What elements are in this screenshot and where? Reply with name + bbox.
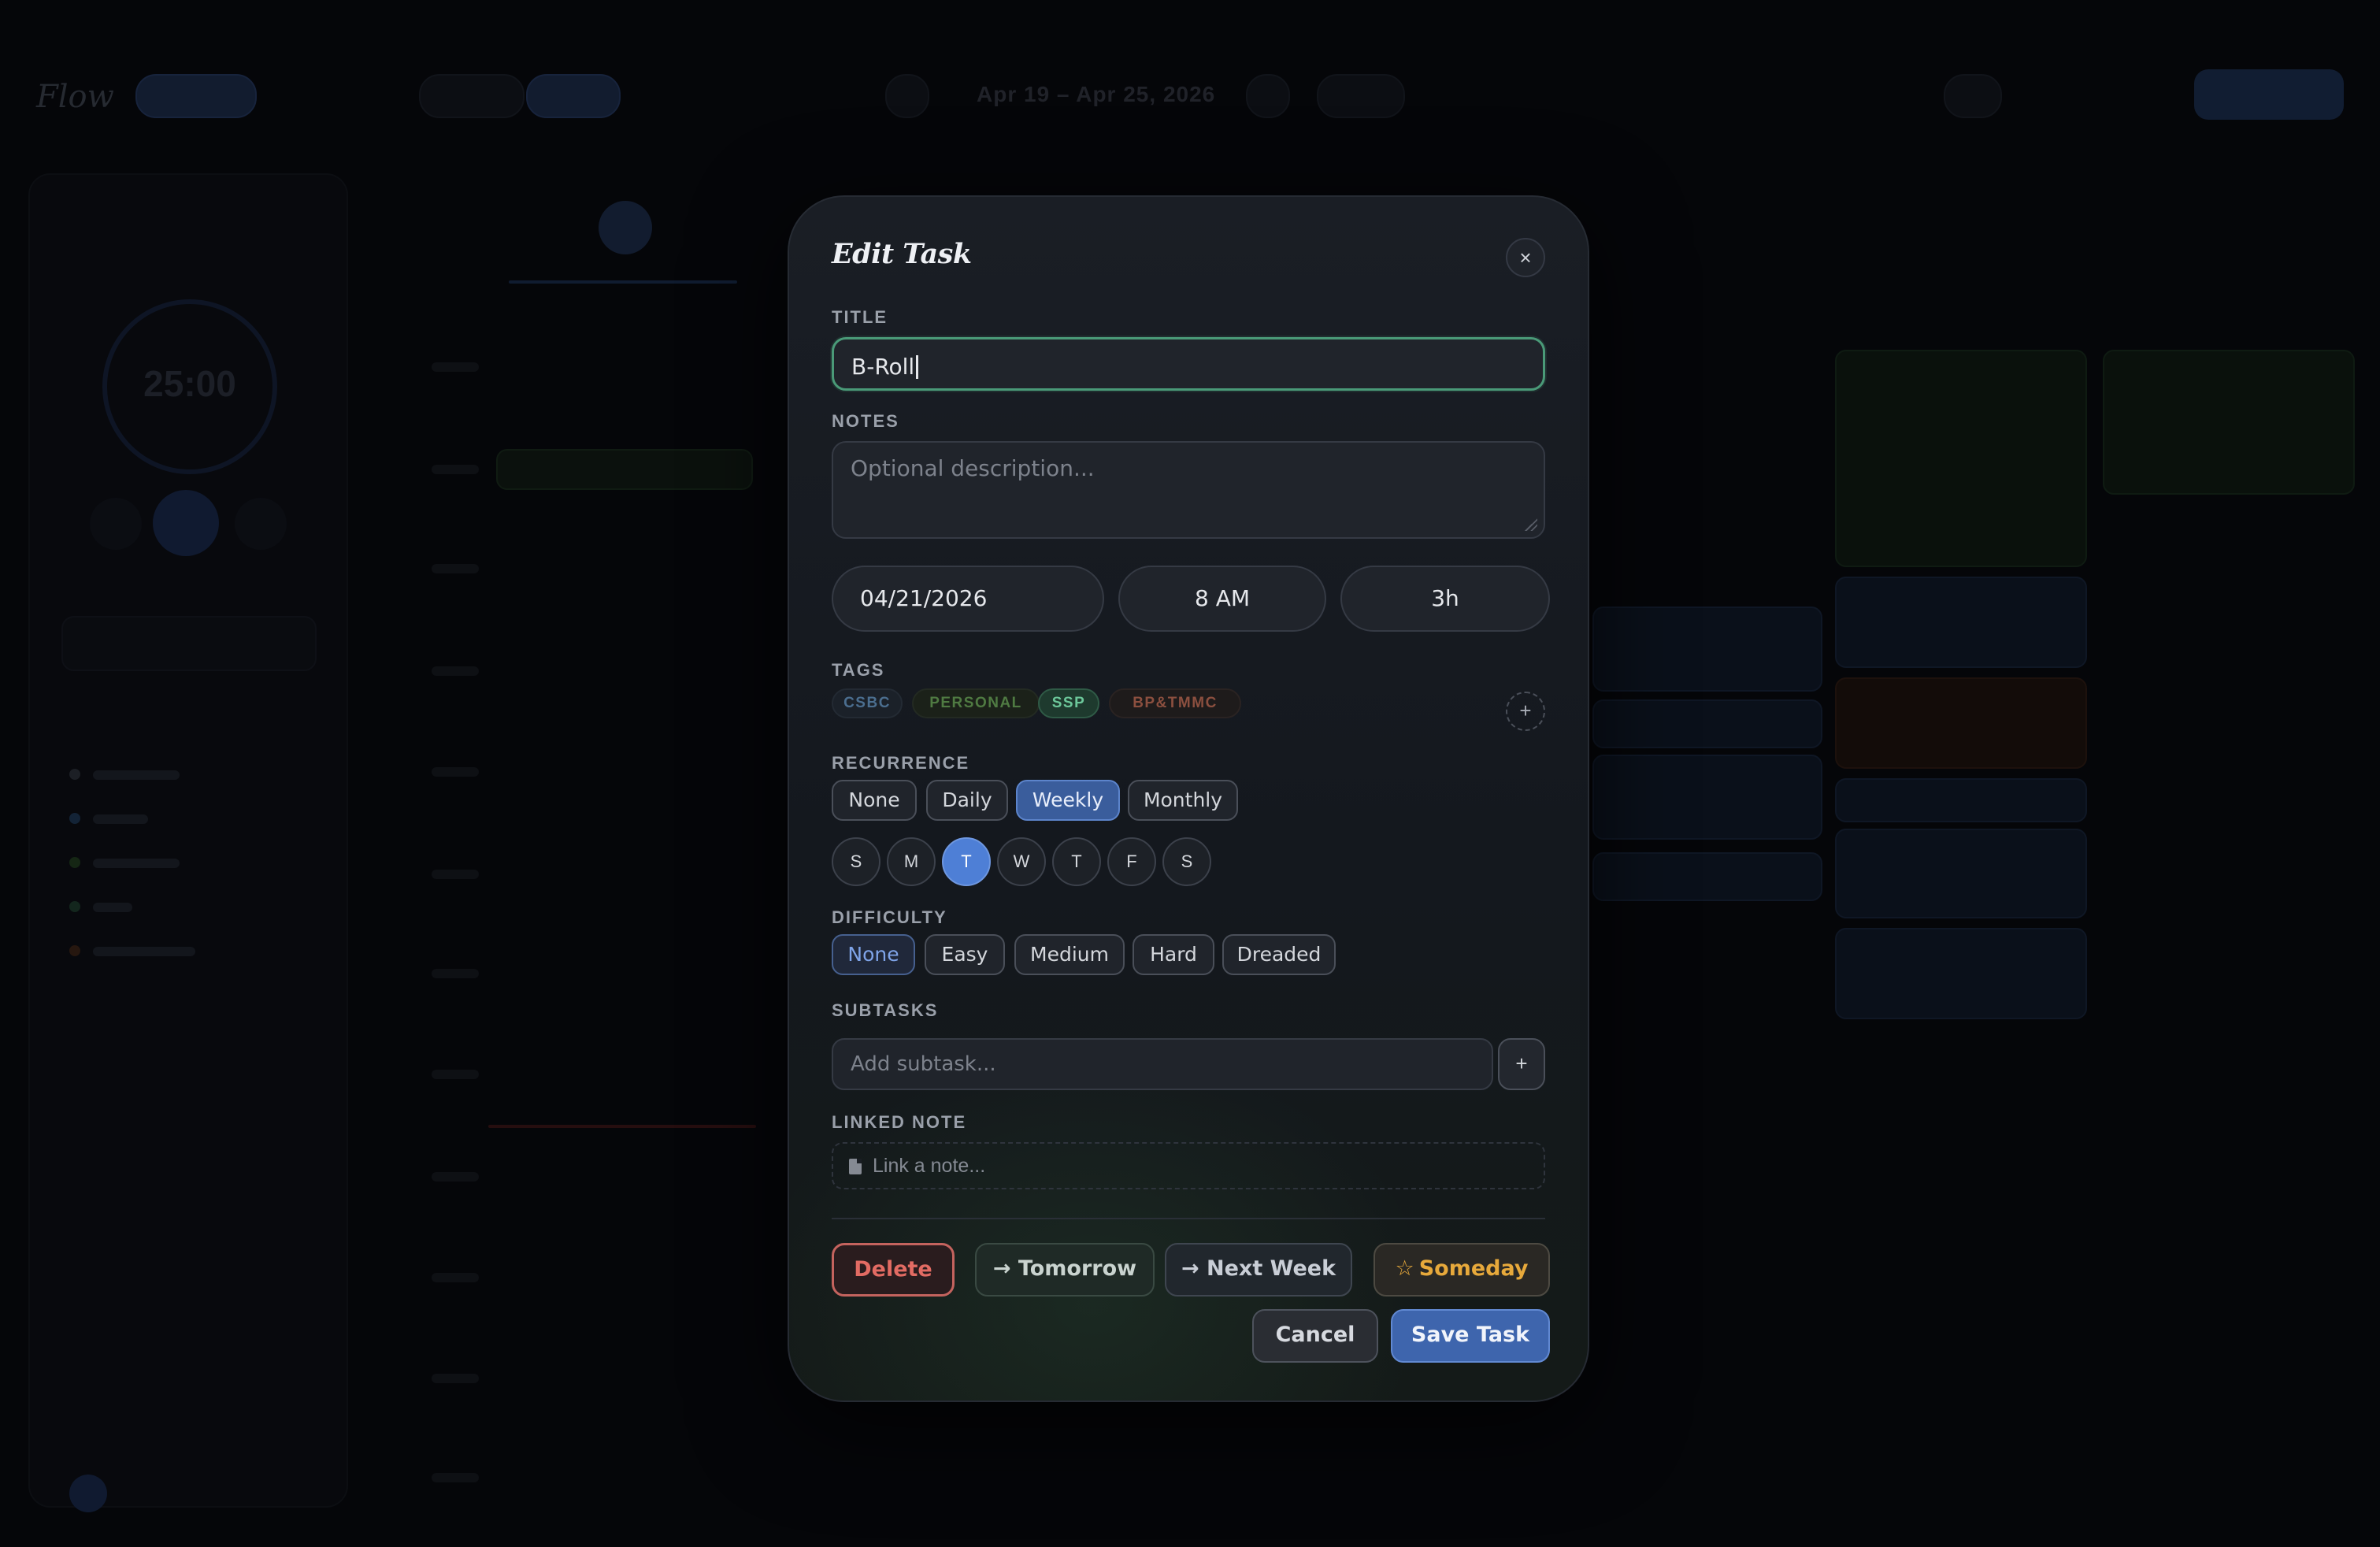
duration-field[interactable]: 3h [1340, 566, 1550, 632]
notes-textarea[interactable]: Optional description... [832, 441, 1545, 539]
resize-grip-icon[interactable] [1525, 518, 1537, 531]
document-icon [849, 1159, 862, 1174]
notes-placeholder: Optional description... [851, 455, 1095, 481]
weekday-thu[interactable]: T [1052, 837, 1101, 886]
subtasks-label: SUBTASKS [832, 1000, 939, 1020]
time-field[interactable]: 8 AM [1118, 566, 1326, 632]
divider [832, 1218, 1545, 1219]
text-caret [916, 355, 919, 379]
tag-ssp[interactable]: SSP [1038, 688, 1099, 718]
recurrence-monthly[interactable]: Monthly [1128, 780, 1238, 821]
difficulty-medium[interactable]: Medium [1014, 934, 1125, 975]
save-task-button[interactable]: Save Task [1391, 1309, 1550, 1363]
linked-note-label: LINKED NOTE [832, 1112, 967, 1132]
recurrence-daily[interactable]: Daily [926, 780, 1008, 821]
tag-bptmmc[interactable]: BP&TMMC [1109, 688, 1241, 718]
recurrence-weekly[interactable]: Weekly [1016, 780, 1120, 821]
edit-task-modal: Edit Task × TITLE B-Roll NOTES Optional … [788, 195, 1589, 1402]
difficulty-dreaded[interactable]: Dreaded [1222, 934, 1336, 975]
weekday-mon[interactable]: M [887, 837, 936, 886]
tag-personal[interactable]: PERSONAL [912, 688, 1040, 718]
delete-button[interactable]: Delete [832, 1243, 955, 1297]
tag-csbc[interactable]: CSBC [832, 688, 903, 718]
weekday-sat[interactable]: S [1162, 837, 1211, 886]
difficulty-label: DIFFICULTY [832, 907, 947, 927]
subtask-input[interactable]: Add subtask... [832, 1038, 1493, 1090]
close-icon[interactable]: × [1506, 238, 1545, 277]
star-icon: ☆ [1395, 1256, 1414, 1281]
modal-title: Edit Task [832, 238, 972, 270]
title-label: TITLE [832, 307, 888, 327]
add-tag-button[interactable]: + [1506, 692, 1545, 731]
link-note-placeholder: Link a note... [873, 1155, 986, 1177]
link-note-field[interactable]: Link a note... [832, 1142, 1545, 1189]
title-input[interactable]: B-Roll [832, 337, 1545, 391]
cancel-button[interactable]: Cancel [1252, 1309, 1378, 1363]
title-input-value: B-Roll [851, 354, 915, 380]
difficulty-easy[interactable]: Easy [925, 934, 1005, 975]
weekday-fri[interactable]: F [1107, 837, 1156, 886]
difficulty-hard[interactable]: Hard [1133, 934, 1214, 975]
add-subtask-button[interactable]: + [1498, 1038, 1545, 1090]
notes-label: NOTES [832, 411, 899, 431]
weekday-wed[interactable]: W [997, 837, 1046, 886]
someday-button[interactable]: ☆ Someday [1374, 1243, 1550, 1297]
move-next-week-button[interactable]: → Next Week [1165, 1243, 1352, 1297]
recurrence-label: RECURRENCE [832, 753, 970, 773]
weekday-tue[interactable]: T [942, 837, 991, 886]
date-field[interactable]: 04/21/2026 [832, 566, 1104, 632]
difficulty-none[interactable]: None [832, 934, 915, 975]
tags-label: TAGS [832, 660, 885, 680]
move-tomorrow-button[interactable]: → Tomorrow [975, 1243, 1155, 1297]
recurrence-none[interactable]: None [832, 780, 917, 821]
weekday-sun[interactable]: S [832, 837, 880, 886]
someday-label: Someday [1418, 1256, 1529, 1281]
